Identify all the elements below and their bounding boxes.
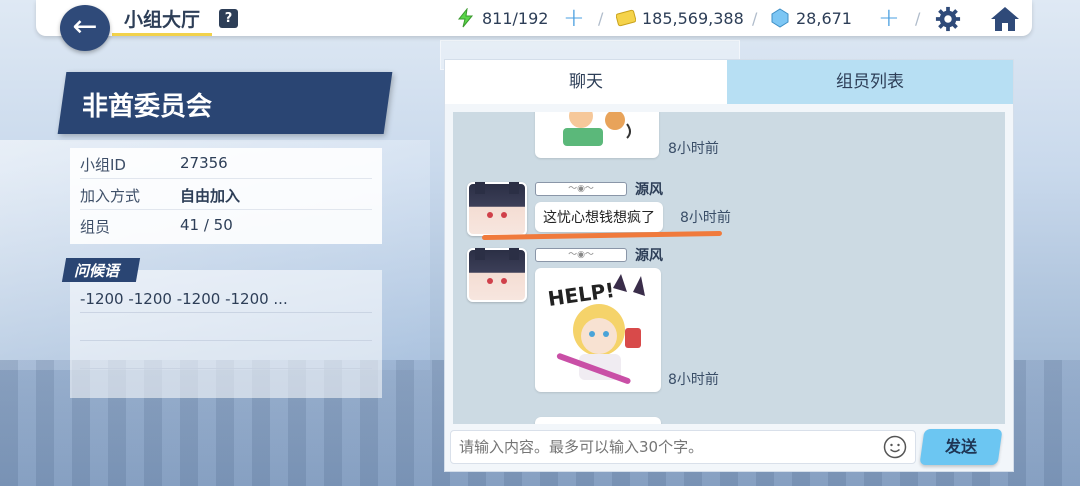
credits-value: 185,569,388 <box>642 8 744 28</box>
chat-input[interactable] <box>450 430 916 464</box>
club-name: 非酋委员会 <box>82 92 213 122</box>
add-gems-button[interactable]: + <box>878 3 900 33</box>
title-underline <box>112 33 212 36</box>
info-row-id: 小组ID 27356 <box>80 148 372 179</box>
message-bubble <box>535 417 661 424</box>
avatar-ear <box>475 182 485 194</box>
avatar-eye <box>501 212 507 218</box>
message-text: 这忧心想钱想疯了 <box>543 210 655 226</box>
message-time: 8小时前 <box>668 141 719 157</box>
info-key: 加入方式 <box>80 187 141 205</box>
avatar[interactable] <box>467 182 527 236</box>
back-button[interactable]: ← <box>60 5 110 51</box>
help-icon[interactable]: ? <box>219 9 238 28</box>
emoji-icon[interactable] <box>883 435 907 459</box>
tab-members[interactable]: 组员列表 <box>727 60 1013 104</box>
avatar-ear <box>509 182 519 194</box>
add-ap-button[interactable]: + <box>563 3 585 33</box>
divider <box>80 312 372 313</box>
chat-messages[interactable]: 8小时前 〜◉〜 源风 这忧心想钱想疯了 8小时前 〜◉〜 源风 HELP! 8… <box>453 112 1005 424</box>
info-key: 组员 <box>80 218 111 236</box>
send-button-label[interactable]: 发送 <box>922 429 1000 465</box>
info-key: 小组ID <box>80 156 126 174</box>
sticker-message: HELP! <box>535 268 661 392</box>
page-title: 小组大厅 <box>124 9 201 31</box>
help-sticker-icon: HELP! <box>546 274 645 384</box>
tab-chat[interactable]: 聊天 <box>445 60 727 104</box>
info-value: 27356 <box>180 154 228 172</box>
info-row-members: 组员 41 / 50 <box>80 210 372 241</box>
name-badge: 〜◉〜 <box>535 248 627 262</box>
divider <box>80 340 372 341</box>
message-time: 8小时前 <box>668 372 719 388</box>
message-time: 8小时前 <box>680 210 731 226</box>
ap-counter: 811/192 <box>456 7 548 29</box>
gear-icon[interactable] <box>934 6 962 32</box>
sticker-message <box>535 112 659 158</box>
lightning-icon <box>457 8 474 28</box>
chibi-sticker-icon <box>563 112 631 146</box>
sender-name: 源风 <box>635 248 663 264</box>
gems-counter: 28,671 <box>770 7 852 29</box>
separator: / <box>752 9 758 28</box>
avatar-eye <box>487 278 493 284</box>
info-value: 41 / 50 <box>180 216 233 234</box>
message-bubble: 这忧心想钱想疯了 <box>535 202 663 232</box>
gems-value: 28,671 <box>796 8 852 28</box>
sender-name: 源风 <box>635 182 663 198</box>
avatar-eye <box>487 212 493 218</box>
chat-panel: 聊天 组员列表 8小时前 〜◉〜 源风 这忧心想钱想疯了 8小时前 〜◉〜 源风… <box>444 59 1014 472</box>
name-badge: 〜◉〜 <box>535 182 627 196</box>
info-row-join-method: 加入方式 自由加入 <box>80 179 372 210</box>
greeting-box: -1200 -1200 -1200 -1200 ... <box>70 270 382 398</box>
ap-value: 811/192 <box>482 8 549 28</box>
avatar-eye <box>501 278 507 284</box>
credits-counter: 185,569,388 <box>616 7 744 29</box>
top-bar: 小组大厅 ? 811/192 + / 185,569,388 / 28,671 … <box>0 0 1080 38</box>
avatar[interactable] <box>467 248 527 302</box>
home-icon[interactable] <box>990 6 1020 32</box>
greeting-text: -1200 -1200 -1200 -1200 ... <box>80 290 288 308</box>
avatar-ear <box>509 248 519 260</box>
divider <box>80 368 372 369</box>
credit-card-icon <box>616 9 636 27</box>
separator: / <box>598 9 604 28</box>
club-info-table: 小组ID 27356 加入方式 自由加入 组员 41 / 50 <box>70 148 382 244</box>
info-value: 自由加入 <box>180 187 241 205</box>
avatar-ear <box>475 248 485 260</box>
separator: / <box>915 9 921 28</box>
arrow-left-icon: ← <box>72 9 98 44</box>
gem-icon <box>771 8 789 28</box>
greeting-label: 问候语 <box>74 262 120 280</box>
